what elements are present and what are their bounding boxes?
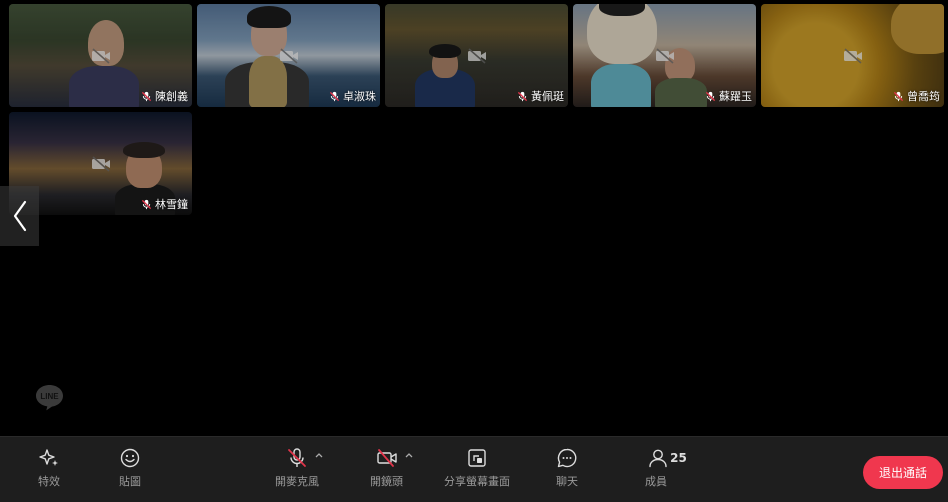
camera-options-caret-icon[interactable] [404, 451, 414, 459]
participant-name: 陳創義 [155, 90, 188, 103]
camera-off-icon [376, 449, 397, 467]
svg-text:LINE: LINE [40, 392, 59, 401]
video-off-icon [467, 47, 486, 64]
participant-name: 蘇躍玉 [719, 90, 752, 103]
share-screen-label: 分享螢幕畫面 [444, 475, 510, 488]
sparkle-icon [39, 449, 58, 466]
mic-muted-icon [893, 91, 904, 101]
effects-button[interactable]: 特效 [38, 445, 60, 489]
effects-label: 特效 [38, 475, 60, 488]
share-screen-button[interactable]: 分享螢幕畫面 [444, 445, 510, 489]
participant-tile[interactable]: 卓淑珠 [197, 4, 380, 107]
chat-bubble-icon [557, 448, 577, 468]
mic-label: 開麥克風 [275, 475, 319, 488]
participant-name: 卓淑珠 [343, 90, 376, 103]
person-icon [649, 449, 667, 468]
participant-tile[interactable]: 黃佩珽 [385, 4, 568, 107]
participant-name: 林雪鐘 [155, 198, 188, 211]
participant-name-label: 林雪鐘 [141, 196, 188, 212]
camera-label: 開鏡頭 [370, 475, 403, 488]
participant-name: 黃佩珽 [531, 90, 564, 103]
participant-tile[interactable]: 曾喬筠 [761, 4, 944, 107]
mic-muted-icon [517, 91, 528, 101]
participant-name-label: 黃佩珽 [517, 88, 564, 104]
participant-name-label: 曾喬筠 [893, 88, 940, 104]
participant-name-label: 陳創義 [141, 88, 188, 104]
chat-label: 聊天 [556, 475, 578, 488]
leave-call-button[interactable]: 退出通話 [863, 456, 943, 489]
stickers-label: 貼圖 [119, 475, 141, 488]
video-off-icon [91, 47, 110, 64]
members-button[interactable]: 25 成員 [645, 445, 689, 489]
previous-page-button[interactable] [0, 186, 39, 246]
mic-muted-icon [705, 91, 716, 101]
mic-toggle-button[interactable]: 開麥克風 [275, 445, 319, 489]
participant-name: 曾喬筠 [907, 90, 940, 103]
smiley-icon [120, 448, 140, 468]
video-grid: 陳創義 卓淑珠 黃佩珽 蘇躍玉 曾喬筠 林雪鐘 LINE [0, 0, 948, 436]
members-count: 25 [670, 451, 687, 465]
mic-muted-icon [329, 91, 340, 101]
participant-name-label: 卓淑珠 [329, 88, 376, 104]
camera-toggle-button[interactable]: 開鏡頭 [370, 445, 403, 489]
video-off-icon [279, 47, 298, 64]
mic-muted-icon [141, 199, 152, 209]
mic-off-icon [288, 448, 306, 467]
call-toolbar: 特效 貼圖 開麥克風 開鏡頭 分享螢幕畫面 聊天 25 成員 [0, 436, 948, 502]
video-off-icon [655, 47, 674, 64]
share-screen-icon [468, 449, 486, 467]
mic-muted-icon [141, 91, 152, 101]
participant-tile[interactable]: 蘇躍玉 [573, 4, 756, 107]
members-label: 成員 [645, 475, 667, 488]
video-off-icon [843, 47, 862, 64]
line-logo: LINE [36, 385, 63, 411]
chevron-left-icon [13, 200, 26, 232]
stickers-button[interactable]: 貼圖 [119, 445, 141, 489]
mic-options-caret-icon[interactable] [314, 451, 324, 459]
chat-button[interactable]: 聊天 [556, 445, 578, 489]
video-off-icon [91, 155, 110, 172]
participant-name-label: 蘇躍玉 [705, 88, 752, 104]
participant-tile[interactable]: 陳創義 [9, 4, 192, 107]
